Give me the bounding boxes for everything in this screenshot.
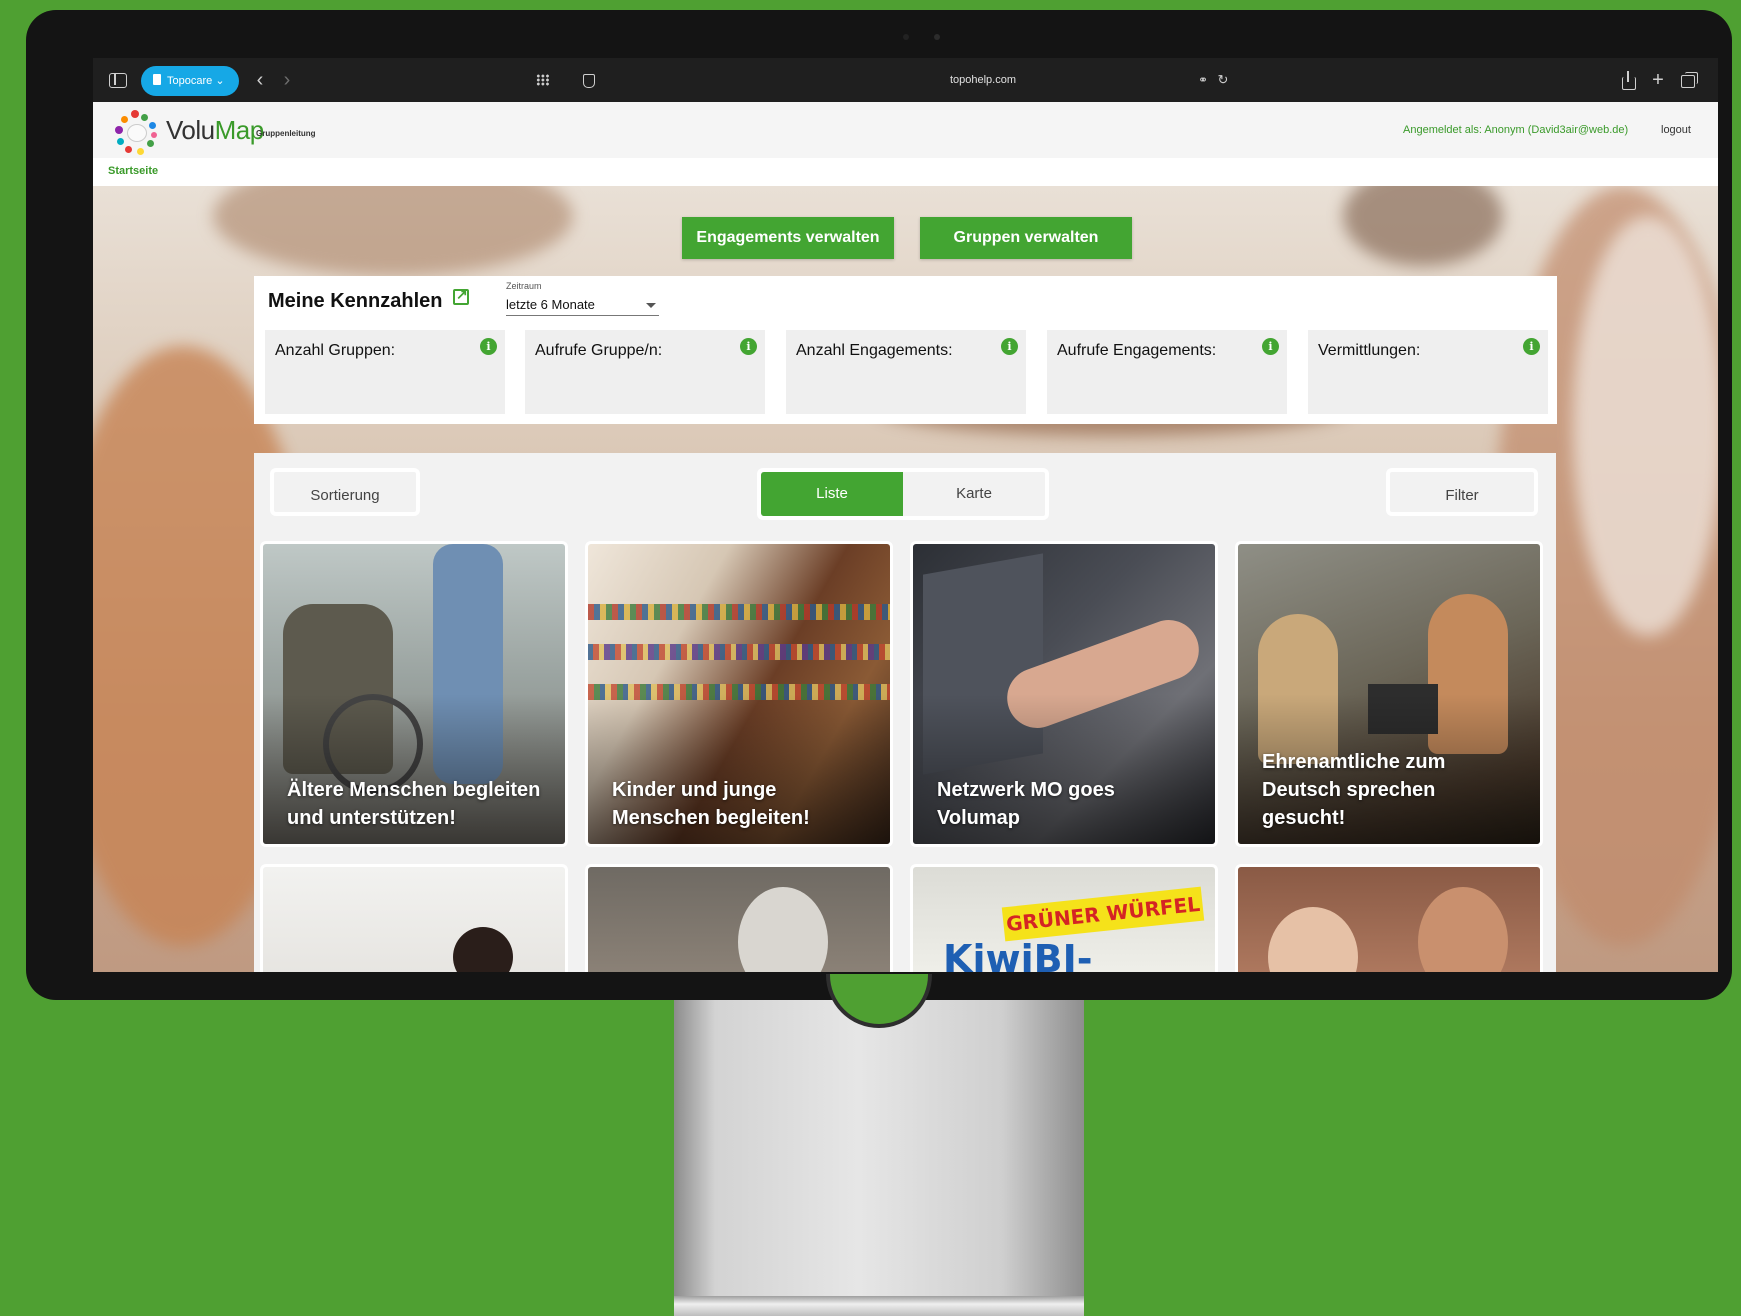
kpi-card-placements: Vermittlungen: i [1308,330,1548,414]
card-title: Ältere Menschen begleiten und unterstütz… [287,779,541,829]
manage-engagements-button[interactable]: Engagements verwalten [682,217,894,259]
camera [934,34,940,40]
zeitraum-label: Zeitraum [506,281,542,291]
manage-groups-button[interactable]: Gruppen verwalten [920,217,1132,259]
address-bar[interactable]: topohelp.com [693,67,1273,93]
camera-sensor [903,34,909,40]
logo-wordmark[interactable]: VoluMap [166,115,264,146]
share-icon[interactable] [1617,69,1639,91]
kpi-card-groups: Anzahl Gruppen: i [265,330,505,414]
list-view-button[interactable]: Liste [761,472,903,516]
zeitraum-value: letzte 6 Monate [506,297,595,312]
new-tab-icon[interactable]: + [1647,69,1669,91]
subnav-bar [93,158,1718,186]
tab-group-label: Topocare [167,75,213,87]
filter-button[interactable]: Filter [1386,468,1538,516]
kpi-label: Aufrufe Engagements: [1057,342,1217,359]
card-image-person [738,887,828,972]
caret-down-icon [646,303,656,308]
kpi-label: Aufrufe Gruppe/n: [535,342,663,359]
screen: Topocare ⌄ ‹ › topohelp.com ⚭ ↻ + VoluMa… [93,58,1718,972]
privacy-shield-icon[interactable] [577,69,599,91]
card-image-person [453,927,513,972]
card-image-books [588,644,890,660]
tab-overview-icon[interactable] [1677,69,1699,91]
url-text: topohelp.com [949,74,1017,86]
forward-arrow-icon[interactable]: › [276,69,298,91]
engagement-card[interactable] [260,864,568,972]
sort-button[interactable]: Sortierung [270,468,420,516]
logout-link[interactable]: logout [1661,124,1691,136]
kpi-card-engagements: Anzahl Engagements: i [786,330,1026,414]
info-icon[interactable]: i [1001,338,1018,355]
kpi-label: Anzahl Engagements: [796,342,953,359]
card-title: Kinder und junge Menschen begleiten! [612,779,810,829]
kennzahlen-title: Meine Kennzahlen [268,290,443,312]
tab-group-icon [153,74,161,85]
monitor-stand-foot [674,1296,1084,1316]
card-image-person [1268,907,1358,972]
monitor-bezel: Topocare ⌄ ‹ › topohelp.com ⚭ ↻ + VoluMa… [26,10,1732,1000]
tab-group-button[interactable]: Topocare ⌄ [141,66,239,96]
card-banner-text: GRÜNER WÜRFEL [1001,886,1205,942]
kpi-card-group-views: Aufrufe Gruppe/n: i [525,330,765,414]
translate-icon[interactable]: ⚭ [1193,69,1213,91]
card-image-books [588,604,890,620]
kpi-label: Anzahl Gruppen: [275,342,396,359]
card-banner-logo: KiwiBI-TREFF [943,937,1093,972]
engagement-card[interactable]: Ältere Menschen begleiten und unterstütz… [260,541,568,847]
volumap-logo-icon[interactable] [113,108,161,156]
engagement-card[interactable]: Ehrenamtliche zum Deutsch sprechen gesuc… [1235,541,1543,847]
zeitraum-select[interactable]: letzte 6 Monate [506,294,659,316]
engagement-card[interactable] [585,864,893,972]
grid-icon[interactable] [531,69,555,91]
logo-volu: Volu [166,115,215,145]
browser-toolbar: Topocare ⌄ ‹ › topohelp.com ⚭ ↻ + [93,58,1718,102]
engagement-card[interactable]: GRÜNER WÜRFEL KiwiBI-TREFF [910,864,1218,972]
kpi-card-engagement-views: Aufrufe Engagements: i [1047,330,1287,414]
sidebar-toggle-icon[interactable] [107,69,129,91]
monitor-stand [674,1000,1084,1316]
card-title: Netzwerk MO goes Volumap [937,779,1115,829]
info-icon[interactable]: i [480,338,497,355]
engagement-card[interactable]: Netzwerk MO goes Volumap [910,541,1218,847]
back-arrow-icon[interactable]: ‹ [249,69,271,91]
engagement-card[interactable]: Kinder und junge Menschen begleiten! [585,541,893,847]
breadcrumb-home[interactable]: Startseite [108,165,158,177]
info-icon[interactable]: i [1262,338,1279,355]
card-title: Ehrenamtliche zum Deutsch sprechen gesuc… [1262,751,1446,829]
reload-icon[interactable]: ↻ [1215,69,1231,91]
info-icon[interactable]: i [1523,338,1540,355]
map-view-button[interactable]: Karte [903,472,1045,516]
view-toggle: Liste Karte [757,468,1049,520]
info-icon[interactable]: i [740,338,757,355]
card-image-person [1418,887,1508,972]
kpi-label: Vermittlungen: [1318,342,1421,359]
logo-subtitle: Gruppenleitung [256,129,316,138]
engagement-card[interactable] [1235,864,1543,972]
external-link-icon[interactable] [453,286,469,305]
logged-in-user: Angemeldet als: Anonym (David3air@web.de… [1403,124,1629,136]
